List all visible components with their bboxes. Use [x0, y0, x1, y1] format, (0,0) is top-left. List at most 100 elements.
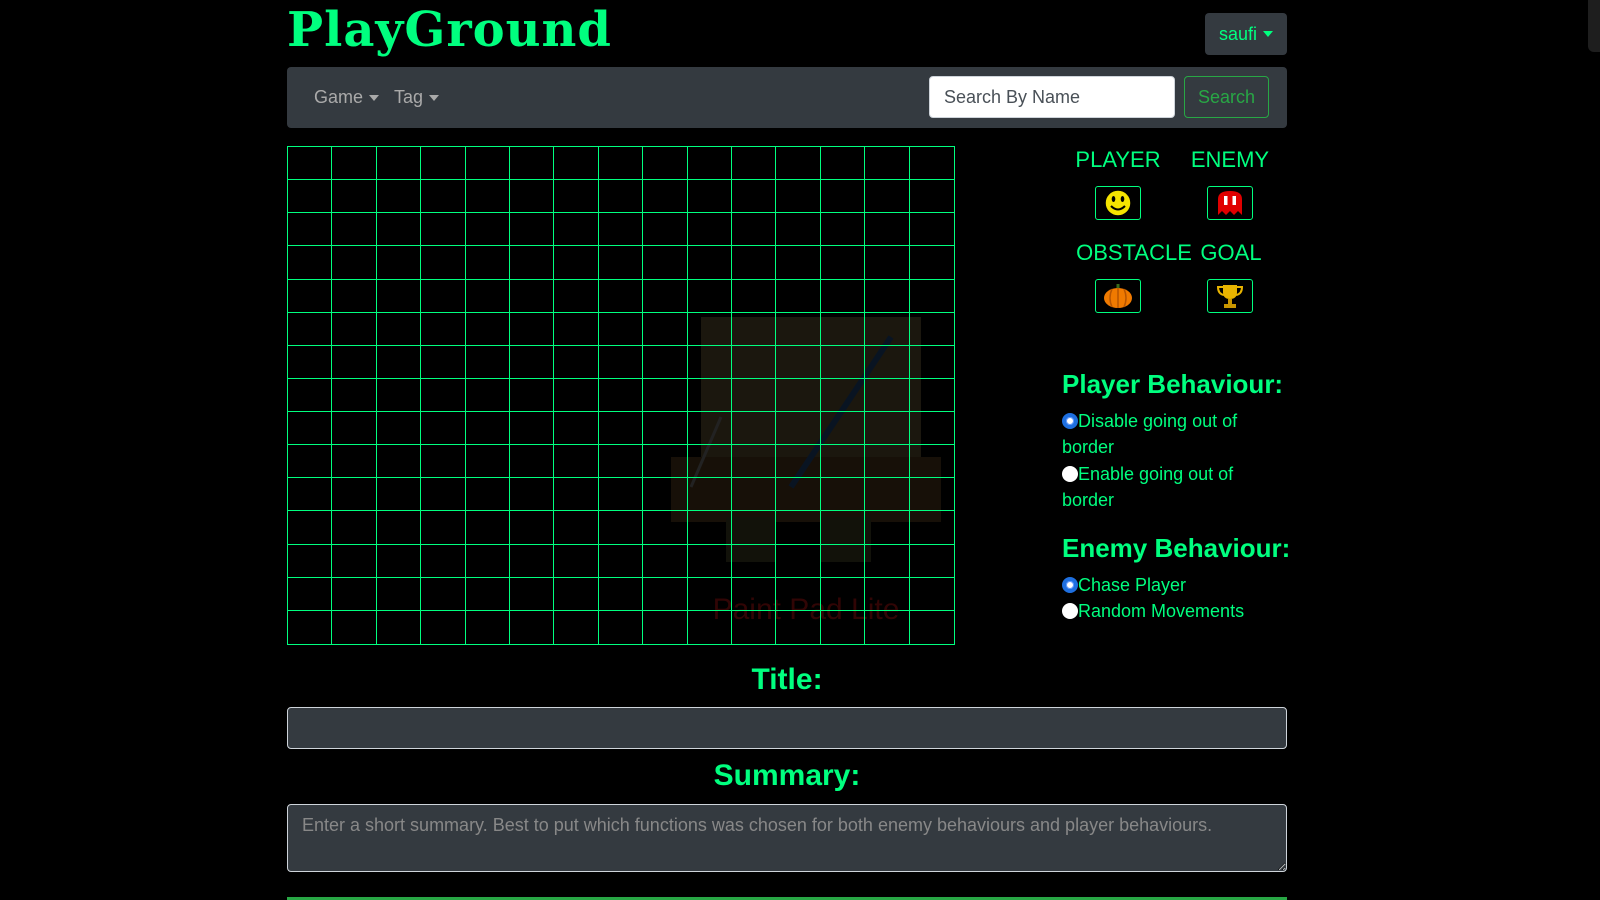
board-cell[interactable] [376, 544, 422, 578]
board-cell[interactable] [820, 478, 866, 512]
board-cell[interactable] [643, 345, 688, 379]
board-cell[interactable] [598, 577, 644, 611]
board-cell[interactable] [288, 544, 333, 578]
board-cell[interactable] [376, 180, 422, 214]
nav-item-game[interactable]: Game [314, 67, 380, 128]
board-cell[interactable] [376, 478, 422, 512]
board-cell[interactable] [643, 147, 688, 181]
board-cell[interactable] [776, 312, 821, 346]
board-cell[interactable] [865, 345, 910, 379]
board-cell[interactable] [643, 246, 688, 280]
board-cell[interactable] [288, 147, 333, 181]
board-cell[interactable] [820, 544, 866, 578]
board-cell[interactable] [465, 445, 510, 479]
board-cell[interactable] [332, 544, 377, 578]
board-cell[interactable] [465, 180, 510, 214]
board-cell[interactable] [332, 180, 377, 214]
board-cell[interactable] [643, 180, 688, 214]
board-cell[interactable] [421, 147, 466, 181]
scrollbar-thumb[interactable] [1588, 0, 1600, 52]
board-cell[interactable] [554, 180, 599, 214]
board-cell[interactable] [510, 279, 555, 313]
board-cell[interactable] [909, 412, 954, 446]
board-cell[interactable] [598, 345, 644, 379]
board-cell[interactable] [554, 511, 599, 545]
board-cell[interactable] [776, 213, 821, 247]
board-cell[interactable] [421, 312, 466, 346]
board-cell[interactable] [288, 180, 333, 214]
board-cell[interactable] [510, 445, 555, 479]
board-cell[interactable] [554, 445, 599, 479]
board-cell[interactable] [554, 478, 599, 512]
board-cell[interactable] [598, 246, 644, 280]
search-input[interactable] [929, 76, 1175, 118]
board-cell[interactable] [687, 445, 732, 479]
board-cell[interactable] [288, 610, 333, 644]
board-cell[interactable] [776, 511, 821, 545]
board-cell[interactable] [332, 610, 377, 644]
board-cell[interactable] [598, 312, 644, 346]
board-cell[interactable] [376, 445, 422, 479]
board-cell[interactable] [554, 544, 599, 578]
board-cell[interactable] [288, 345, 333, 379]
board-cell[interactable] [598, 378, 644, 413]
board-cell[interactable] [776, 577, 821, 611]
board-cell[interactable] [820, 147, 866, 181]
board-cell[interactable] [776, 378, 821, 413]
board-cell[interactable] [910, 611, 954, 644]
enemy-behaviour-option-chase[interactable]: Chase Player [1062, 572, 1302, 598]
board-cell[interactable] [510, 478, 555, 512]
palette-obstacle-tile[interactable] [1095, 279, 1141, 313]
board-cell[interactable] [465, 412, 510, 446]
board-cell[interactable] [332, 246, 377, 280]
board-cell[interactable] [820, 345, 866, 379]
board-cell[interactable] [376, 378, 422, 413]
board-cell[interactable] [865, 412, 910, 446]
board-cell[interactable] [554, 246, 599, 280]
board-cell[interactable] [421, 544, 466, 578]
board-cell[interactable] [598, 445, 644, 479]
summary-textarea[interactable] [287, 804, 1287, 872]
board-cell[interactable] [909, 313, 954, 346]
board-cell[interactable] [732, 610, 777, 644]
board-cell[interactable] [909, 147, 954, 181]
board-cell[interactable] [510, 412, 555, 446]
board-cell[interactable] [510, 378, 555, 413]
board-cell[interactable] [865, 180, 910, 214]
board-cell[interactable] [421, 246, 466, 280]
board-cell[interactable] [909, 511, 954, 545]
board-cell[interactable] [376, 345, 422, 379]
board-cell[interactable] [376, 511, 422, 545]
board-cell[interactable] [732, 180, 777, 214]
board-cell[interactable] [865, 478, 910, 512]
board-cell[interactable] [865, 279, 910, 313]
board-cell[interactable] [554, 147, 599, 181]
board-cell[interactable] [776, 180, 821, 214]
board-cell[interactable] [687, 213, 732, 247]
board-cell[interactable] [643, 478, 688, 512]
board-cell[interactable] [776, 445, 821, 479]
board-cell[interactable] [288, 246, 333, 280]
board-cell[interactable] [421, 378, 466, 413]
board-cell[interactable] [909, 346, 954, 379]
board-cell[interactable] [732, 312, 777, 346]
board-cell[interactable] [510, 544, 555, 578]
board-cell[interactable] [865, 312, 910, 346]
board-cell[interactable] [510, 511, 555, 545]
board-cell[interactable] [820, 445, 866, 479]
board-cell[interactable] [643, 312, 688, 346]
board-cell[interactable] [288, 511, 333, 545]
board-cell[interactable] [598, 544, 644, 578]
radio-button[interactable] [1062, 413, 1078, 429]
board-cell[interactable] [465, 577, 510, 611]
board-cell[interactable] [376, 412, 422, 446]
board-cell[interactable] [288, 378, 333, 413]
board-cell[interactable] [776, 345, 821, 379]
board-cell[interactable] [820, 279, 866, 313]
board-cell[interactable] [643, 610, 688, 644]
board-cell[interactable] [288, 312, 333, 346]
board-cell[interactable] [820, 412, 866, 446]
board-cell[interactable] [820, 180, 866, 214]
board-cell[interactable] [820, 577, 866, 611]
board-cell[interactable] [687, 577, 732, 611]
